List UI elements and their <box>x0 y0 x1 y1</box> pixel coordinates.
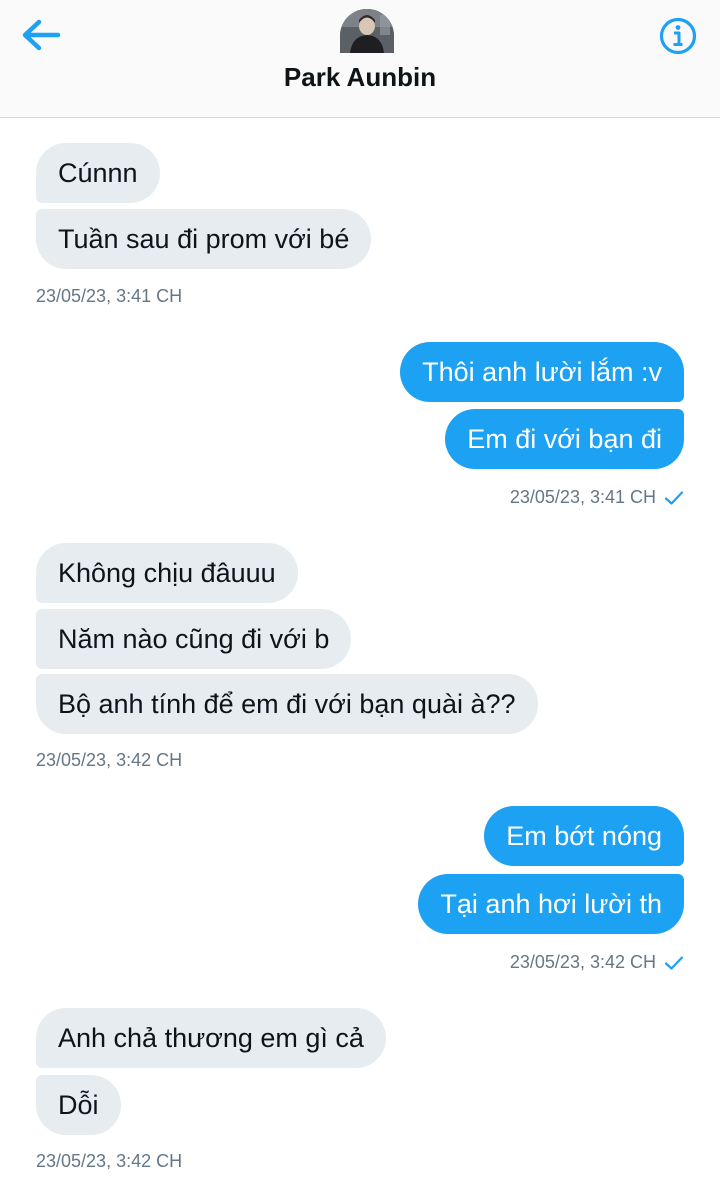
message-bubble-incoming[interactable]: Bộ anh tính để em đi với bạn quài à?? <box>36 674 538 734</box>
avatar-photo <box>340 9 394 53</box>
message-bubble-incoming[interactable]: Tuần sau đi prom với bé <box>36 209 372 269</box>
avatar[interactable] <box>340 9 394 53</box>
checkmark-icon <box>664 490 684 505</box>
info-button[interactable] <box>656 14 700 58</box>
message-bubble-incoming[interactable]: Anh chả thương em gì cả <box>36 1008 386 1068</box>
message-timestamp: 23/05/23, 3:42 CH <box>36 750 183 770</box>
message-bubble-outgoing[interactable]: Tại anh hơi lười th <box>418 874 684 934</box>
contact-name[interactable]: Park Aunbin <box>0 62 720 93</box>
message-timestamp: 23/05/23, 3:41 CH <box>509 487 656 507</box>
message-timestamp: 23/05/23, 3:42 CH <box>509 952 656 972</box>
message-bubble-incoming[interactable]: Năm nào cũng đi với b <box>36 609 352 669</box>
message-bubble-outgoing[interactable]: Thôi anh lười lắm :v <box>400 342 684 402</box>
conversation-header: Park Aunbin <box>0 0 720 118</box>
message-timestamp-row: 23/05/23, 3:41 CH <box>510 487 684 508</box>
message-bubble-incoming[interactable]: Dỗi <box>36 1075 121 1135</box>
checkmark-icon <box>664 955 684 970</box>
message-bubble-outgoing[interactable]: Em bớt nóng <box>484 806 684 866</box>
info-circle-icon <box>659 17 697 55</box>
message-bubble-incoming[interactable]: Không chịu đâuuu <box>36 543 298 603</box>
back-button[interactable] <box>18 14 64 56</box>
message-timestamp: 23/05/23, 3:42 CH <box>36 1151 183 1171</box>
message-bubble-outgoing[interactable]: Em đi với bạn đi <box>445 409 684 469</box>
message-timestamp-row: 23/05/23, 3:42 CH <box>510 952 684 973</box>
arrow-left-icon <box>22 19 61 51</box>
message-timestamp: 23/05/23, 3:41 CH <box>36 286 183 306</box>
message-bubble-incoming[interactable]: Cúnnn <box>36 143 160 203</box>
